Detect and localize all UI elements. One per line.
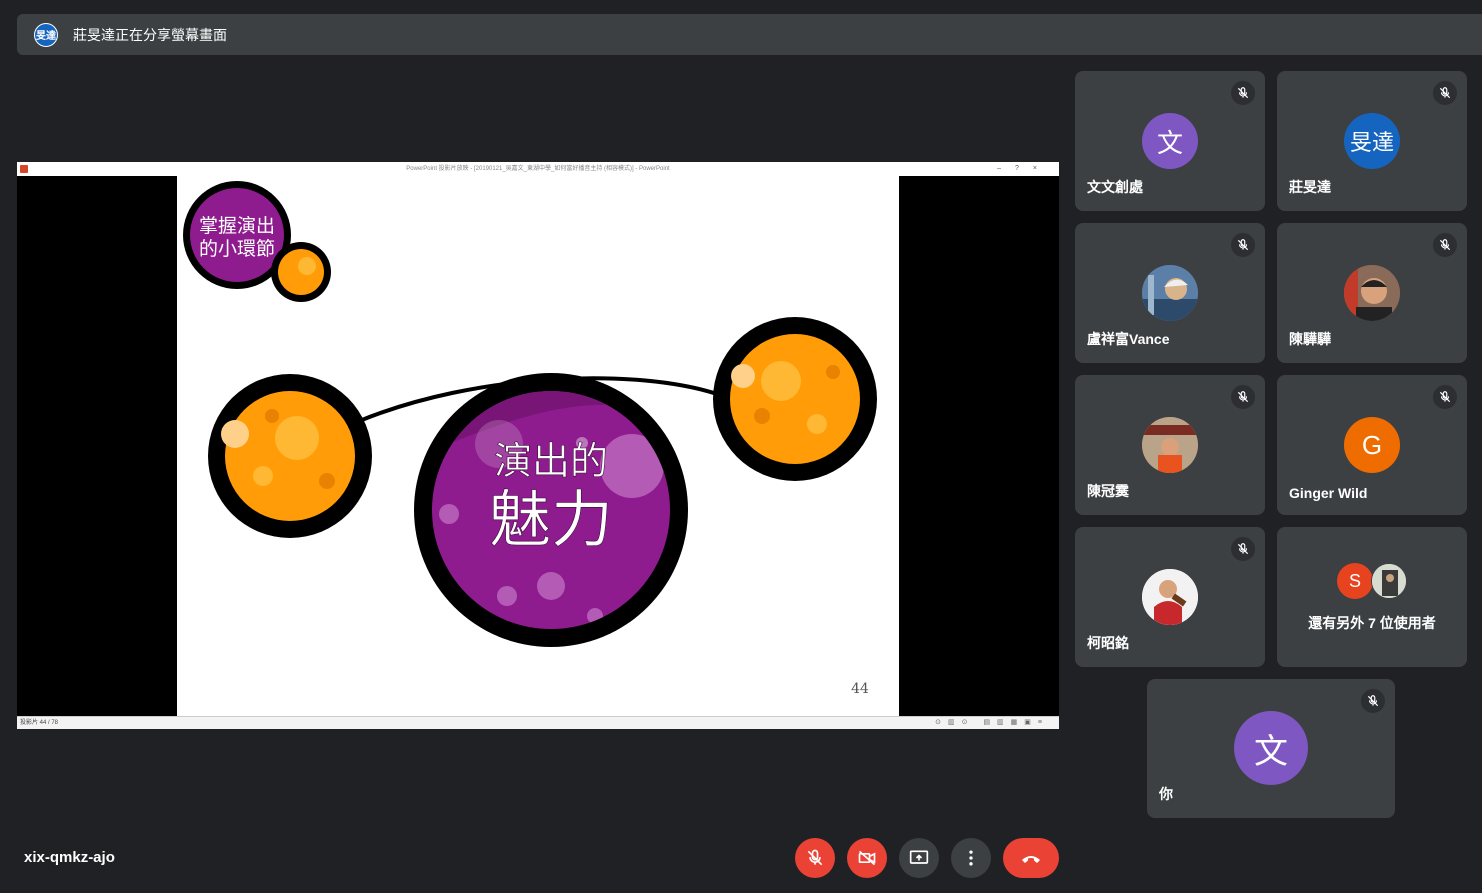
- powerpoint-titlebar: PowerPoint 投影片放映 - [20190121_吳嘉文_東湖中學_如何…: [17, 162, 1059, 176]
- participant-tile[interactable]: G Ginger Wild: [1277, 375, 1467, 515]
- more-options-button[interactable]: [951, 838, 991, 878]
- participant-tile[interactable]: 盧祥富Vance: [1075, 223, 1265, 363]
- mic-off-icon: [1231, 81, 1255, 105]
- more-vert-icon: [969, 850, 973, 866]
- others-count-text: 還有另外 7 位使用者: [1308, 615, 1436, 631]
- powerpoint-statusbar: 投影片 44 / 78 ⊙▥⊙ ▤▥▦▣≡: [17, 716, 1059, 729]
- shared-screen[interactable]: PowerPoint 投影片放映 - [20190121_吳嘉文_東湖中學_如何…: [17, 162, 1059, 729]
- participant-tile[interactable]: 旻達 莊旻達: [1277, 71, 1467, 211]
- mic-off-icon: [1231, 233, 1255, 257]
- participant-tile[interactable]: 陳冠霙: [1075, 375, 1265, 515]
- slide-page-number: 44: [851, 681, 869, 697]
- participant-tile[interactable]: 柯昭銘: [1075, 527, 1265, 667]
- participant-name: 盧祥富Vance: [1087, 331, 1170, 347]
- slide-title-line1: 演出的: [494, 439, 608, 483]
- powerpoint-window-title: PowerPoint 投影片放映 - [20190121_吳嘉文_東湖中學_如何…: [406, 166, 670, 172]
- mic-off-icon: [807, 849, 823, 866]
- mic-off-icon: [1433, 233, 1457, 257]
- present-screen-icon: [909, 850, 929, 864]
- mic-toggle-button[interactable]: [795, 838, 835, 878]
- participant-name: 陳驊驊: [1289, 331, 1331, 347]
- avatar-photo: [1142, 569, 1198, 625]
- mic-off-icon: [1231, 537, 1255, 561]
- camera-toggle-button[interactable]: [847, 838, 887, 878]
- participant-name: 莊旻達: [1289, 179, 1331, 195]
- slide-graphic: 掌握演出 的小環節 演出的 魅力 44: [183, 181, 877, 697]
- participant-name: 柯昭銘: [1087, 635, 1129, 651]
- avatar: 文: [1234, 711, 1308, 785]
- window-controls-icon: –?×: [997, 165, 1051, 172]
- badge-line1: 掌握演出: [199, 215, 275, 237]
- avatar: 旻達: [1344, 113, 1400, 169]
- hang-up-icon: [1022, 856, 1040, 863]
- avatar-photo: [1142, 417, 1198, 473]
- others-avatars: S: [1337, 563, 1407, 599]
- participant-name: Ginger Wild: [1289, 485, 1368, 501]
- avatar-photo: [1344, 265, 1400, 321]
- avatar: S: [1337, 563, 1373, 599]
- self-tile[interactable]: 文 你: [1147, 679, 1395, 818]
- participant-tile[interactable]: 陳驊驊: [1277, 223, 1467, 363]
- leave-call-button[interactable]: [1003, 838, 1059, 878]
- present-now-button[interactable]: [899, 838, 939, 878]
- presenter-avatar: 旻達: [34, 22, 58, 47]
- presentation-slide: 掌握演出 的小環節 演出的 魅力 44: [177, 176, 899, 717]
- avatar-photo: [1142, 265, 1198, 321]
- mic-off-icon: [1231, 385, 1255, 409]
- meeting-code[interactable]: xix-qmkz-ajo: [24, 849, 115, 866]
- mic-off-icon: [1361, 689, 1385, 713]
- camera-off-icon: [858, 850, 876, 866]
- avatar: G: [1344, 417, 1400, 473]
- slide-counter: 投影片 44 / 78: [20, 720, 59, 726]
- others-tile[interactable]: S 還有另外 7 位使用者: [1277, 527, 1467, 667]
- powerpoint-logo-icon: [20, 165, 28, 173]
- presentation-banner-text: 莊旻達正在分享螢幕畫面: [73, 26, 227, 43]
- slide-title-line2: 魅力: [489, 483, 613, 556]
- mic-off-icon: [1433, 385, 1457, 409]
- participant-name: 陳冠霙: [1087, 483, 1129, 499]
- avatar: 文: [1142, 113, 1198, 169]
- avatar-photo: [1371, 563, 1407, 599]
- badge-line2: 的小環節: [199, 238, 275, 260]
- mic-off-icon: [1433, 81, 1457, 105]
- participant-name: 你: [1159, 786, 1173, 802]
- view-buttons-icon[interactable]: ⊙▥⊙ ▤▥▦▣≡: [935, 717, 1049, 729]
- participant-name: 文文創處: [1087, 179, 1143, 195]
- participant-tile[interactable]: 文 文文創處: [1075, 71, 1265, 211]
- presentation-banner: 旻達 莊旻達正在分享螢幕畫面: [17, 14, 1482, 55]
